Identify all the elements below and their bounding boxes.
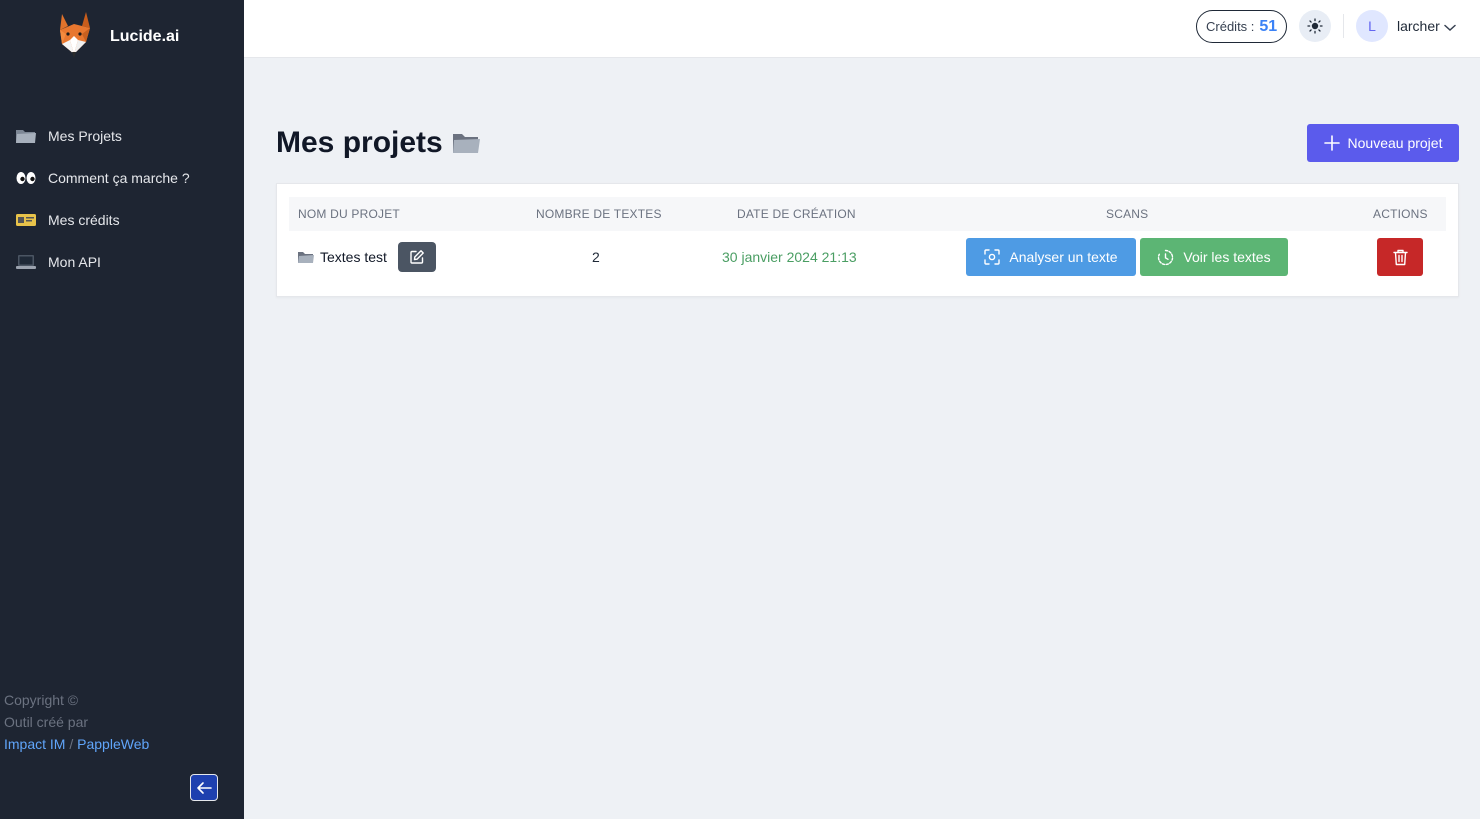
project-count-cell: 2	[592, 249, 600, 265]
projects-table: NOM DU PROJET NOMBRE DE TEXTES DATE DE C…	[276, 183, 1459, 297]
pencil-square-icon	[410, 250, 424, 264]
folder-icon	[14, 126, 38, 146]
sidebar-item-label: Comment ça marche ?	[48, 170, 190, 186]
sidebar: Lucide.ai Mes Projets Comment ça marche …	[0, 0, 244, 819]
brand-name: Lucide.ai	[110, 28, 180, 45]
view-texts-label: Voir les textes	[1183, 249, 1271, 265]
avatar: L	[1356, 10, 1388, 42]
analyse-text-button[interactable]: Analyser un texte	[966, 238, 1136, 276]
eyes-icon	[14, 168, 38, 188]
laptop-icon	[14, 252, 38, 272]
column-header-date: DATE DE CRÉATION	[737, 207, 856, 221]
sidebar-item-mes-credits[interactable]: Mes crédits	[0, 199, 244, 241]
sun-icon	[1307, 18, 1323, 34]
brand[interactable]: Lucide.ai	[52, 10, 179, 64]
fox-logo-icon	[60, 12, 90, 58]
project-date-cell: 30 janvier 2024 21:13	[722, 249, 857, 265]
arrow-left-icon	[197, 781, 212, 794]
page-title: Mes projets	[276, 124, 481, 162]
user-name: larcher	[1397, 18, 1440, 34]
column-header-count: NOMBRE DE TEXTES	[536, 207, 662, 221]
analyse-text-label: Analyser un texte	[1009, 249, 1118, 265]
sidebar-item-label: Mes Projets	[48, 128, 122, 144]
header-divider	[1343, 14, 1344, 38]
collapse-sidebar-button[interactable]	[190, 774, 218, 801]
top-header: Crédits : 51 L larcher	[244, 0, 1480, 58]
sidebar-item-mon-api[interactable]: Mon API	[0, 241, 244, 283]
credits-links: Impact IM / PappleWeb	[4, 733, 149, 755]
project-name-cell: Textes test	[297, 234, 436, 280]
column-header-actions: ACTIONS	[1373, 207, 1428, 221]
copyright-text: Copyright ©	[4, 692, 79, 708]
chevron-down-icon	[1444, 24, 1456, 31]
history-icon	[1157, 249, 1174, 266]
new-project-button[interactable]: Nouveau projet	[1307, 124, 1459, 162]
sidebar-footer: Copyright © Outil créé par Impact IM / P…	[4, 689, 149, 755]
column-header-scans: SCANS	[1106, 207, 1149, 221]
credits-value: 51	[1259, 17, 1278, 35]
credits-label: Crédits :	[1206, 19, 1255, 34]
folder-icon	[298, 251, 314, 263]
sidebar-item-mes-projets[interactable]: Mes Projets	[0, 115, 244, 157]
edit-project-button[interactable]	[397, 242, 436, 272]
folder-icon	[452, 134, 480, 153]
page-title-text: Mes projets	[276, 126, 443, 159]
sidebar-item-label: Mes crédits	[48, 212, 120, 228]
scan-icon	[984, 249, 1001, 265]
id-card-icon	[14, 210, 38, 230]
project-name[interactable]: Textes test	[320, 249, 387, 265]
delete-project-button[interactable]	[1377, 238, 1423, 276]
new-project-label: Nouveau projet	[1347, 135, 1443, 151]
link-separator: /	[69, 736, 74, 752]
user-menu[interactable]: L larcher	[1356, 10, 1456, 42]
column-header-name: NOM DU PROJET	[298, 207, 400, 221]
sidebar-nav: Mes Projets Comment ça marche ? Mes créd…	[0, 115, 244, 283]
made-by-text: Outil créé par	[4, 714, 89, 730]
impact-im-link[interactable]: Impact IM	[4, 736, 65, 752]
credits-badge[interactable]: Crédits : 51	[1196, 10, 1288, 43]
trash-icon	[1392, 249, 1408, 265]
theme-toggle-button[interactable]	[1299, 10, 1331, 42]
sidebar-item-label: Mon API	[48, 254, 101, 270]
plus-icon	[1323, 135, 1340, 151]
table-header: NOM DU PROJET NOMBRE DE TEXTES DATE DE C…	[289, 197, 1446, 231]
table-row: Textes test 2 30 janvier 2024 21:13 Anal…	[289, 234, 1446, 280]
pappleweb-link[interactable]: PappleWeb	[77, 736, 149, 752]
view-texts-button[interactable]: Voir les textes	[1140, 238, 1288, 276]
sidebar-item-comment-ca-marche[interactable]: Comment ça marche ?	[0, 157, 244, 199]
